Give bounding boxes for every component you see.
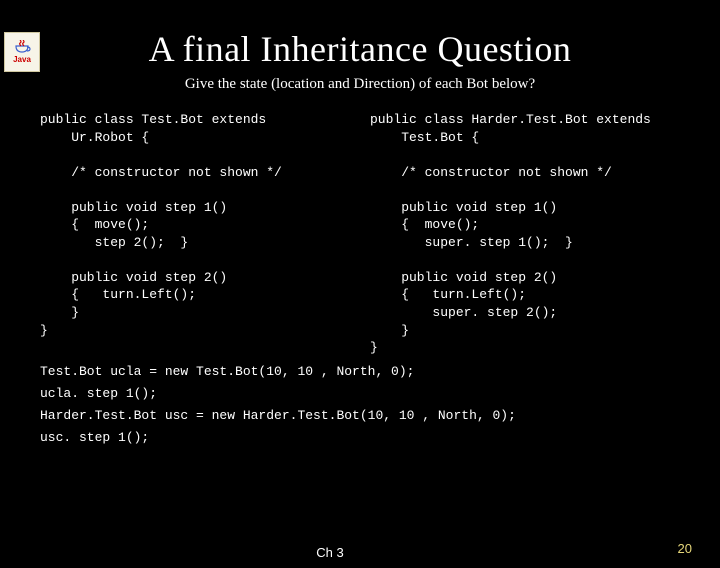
code-right: public class Harder.Test.Bot extends Tes… <box>360 111 680 357</box>
chapter-label: Ch 3 <box>0 545 720 560</box>
java-cup-icon <box>13 40 31 54</box>
code-bottom: Test.Bot ucla = new Test.Bot(10, 10 , No… <box>0 361 720 449</box>
slide-title: A final Inheritance Question <box>0 28 720 70</box>
java-logo-text: Java <box>13 55 31 64</box>
slide-subtitle: Give the state (location and Direction) … <box>0 76 720 93</box>
code-left: public class Test.Bot extends Ur.Robot {… <box>40 111 360 357</box>
slide-number: 20 <box>678 541 692 556</box>
code-columns: public class Test.Bot extends Ur.Robot {… <box>0 111 720 357</box>
java-logo: Java <box>4 32 40 72</box>
